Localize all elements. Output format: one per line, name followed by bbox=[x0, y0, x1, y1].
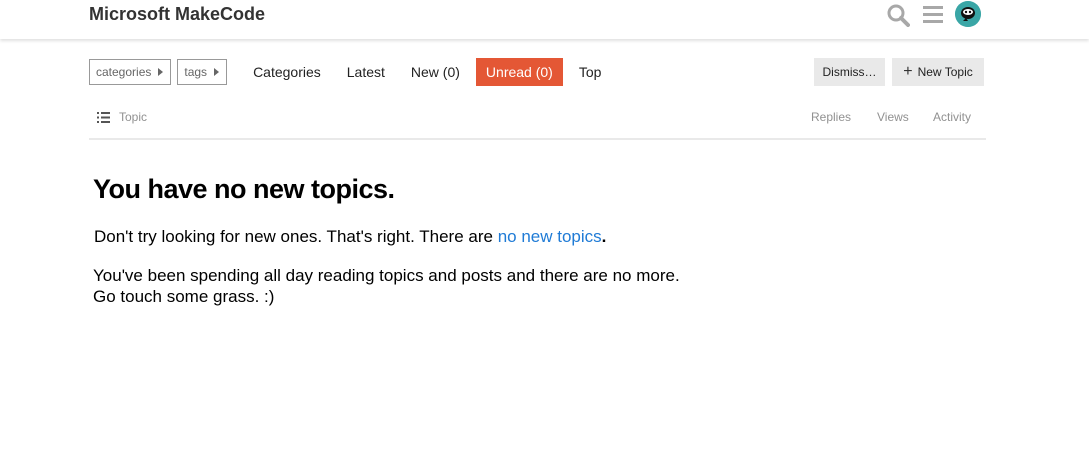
topic-nav: categories tags Categories Latest New (0… bbox=[89, 58, 611, 86]
empty-state-line3: Go touch some grass. :) bbox=[93, 287, 275, 306]
empty-state-detail: You've been spending all day reading top… bbox=[93, 265, 680, 307]
dismiss-button[interactable]: Dismiss… bbox=[814, 58, 885, 86]
search-icon[interactable] bbox=[886, 3, 910, 32]
nav-top[interactable]: Top bbox=[569, 58, 612, 86]
categories-dropdown[interactable]: categories bbox=[89, 59, 172, 85]
list-icon bbox=[97, 111, 110, 123]
new-topic-label: New Topic bbox=[917, 65, 973, 79]
user-avatar[interactable] bbox=[955, 1, 981, 27]
categories-dropdown-label: categories bbox=[96, 65, 152, 79]
topic-column-header[interactable]: Topic bbox=[97, 110, 147, 124]
empty-state-prefix: Don't try looking for new ones. That's r… bbox=[94, 227, 498, 246]
tags-dropdown[interactable]: tags bbox=[177, 59, 228, 85]
caret-right-icon bbox=[214, 68, 220, 76]
topic-list-header: Topic Replies Views Activity bbox=[89, 104, 986, 140]
plus-icon: + bbox=[903, 63, 913, 80]
topic-column-label: Topic bbox=[119, 110, 148, 124]
site-title[interactable]: Microsoft MakeCode bbox=[89, 4, 265, 25]
empty-state-line2: You've been spending all day reading top… bbox=[93, 266, 680, 285]
new-topic-button[interactable]: + New Topic bbox=[892, 58, 984, 86]
caret-right-icon bbox=[158, 68, 164, 76]
nav-unread[interactable]: Unread (0) bbox=[475, 58, 563, 86]
empty-state-suffix: . bbox=[601, 227, 607, 246]
nav-new[interactable]: New (0) bbox=[401, 58, 470, 86]
tags-dropdown-label: tags bbox=[184, 65, 208, 79]
nav-categories[interactable]: Categories bbox=[243, 58, 331, 86]
views-column-header[interactable]: Views bbox=[877, 110, 909, 124]
site-header: Microsoft MakeCode bbox=[0, 0, 1089, 39]
nav-latest[interactable]: Latest bbox=[337, 58, 395, 86]
topic-actions: Dismiss… + New Topic bbox=[814, 58, 984, 86]
hamburger-menu-icon[interactable] bbox=[922, 3, 944, 30]
activity-column-header[interactable]: Activity bbox=[933, 110, 971, 124]
empty-state-message: Don't try looking for new ones. That's r… bbox=[94, 227, 606, 247]
replies-column-header[interactable]: Replies bbox=[811, 110, 851, 124]
empty-state-title: You have no new topics. bbox=[93, 174, 395, 204]
no-new-topics-link[interactable]: no new topics bbox=[498, 227, 602, 246]
